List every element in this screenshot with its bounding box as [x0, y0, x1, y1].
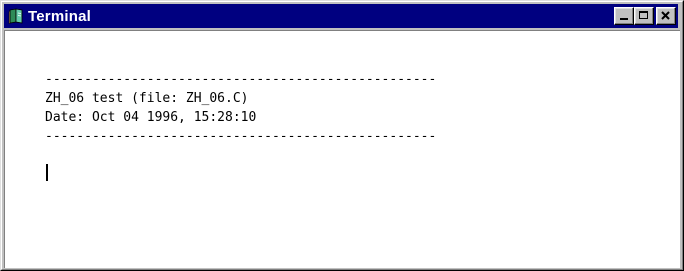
terminal-window: Terminal -------------------------------… — [0, 0, 684, 271]
separator-line-top: ----------------------------------------… — [45, 72, 437, 87]
close-button[interactable] — [656, 7, 676, 25]
terminal-output-area[interactable]: ----------------------------------------… — [4, 30, 680, 268]
minimize-button[interactable] — [614, 7, 634, 25]
text-cursor — [46, 164, 48, 181]
terminal-output: ----------------------------------------… — [45, 70, 436, 146]
close-icon — [661, 11, 670, 20]
separator-line-bottom: ----------------------------------------… — [45, 129, 437, 144]
terminal-book-icon[interactable] — [6, 6, 26, 26]
minimize-icon — [620, 18, 628, 20]
window-controls — [614, 7, 676, 25]
title-bar[interactable]: Terminal — [4, 4, 678, 28]
window-title: Terminal — [28, 7, 92, 25]
maximize-button[interactable] — [634, 7, 654, 25]
test-header-line: ZH_06 test (file: ZH_06.C) — [45, 91, 249, 106]
maximize-icon — [639, 11, 648, 19]
date-line: Date: Oct 04 1996, 15:28:10 — [45, 110, 257, 125]
